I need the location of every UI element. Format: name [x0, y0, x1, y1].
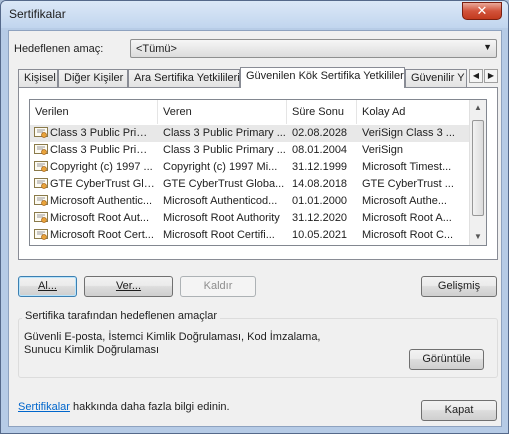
scroll-down-icon[interactable]: ▼ [470, 229, 486, 245]
table-cell: 31.12.1999 [292, 161, 348, 173]
table-cell: 10.05.2021 [292, 229, 348, 241]
window-title: Sertifikalar [9, 7, 66, 21]
tab-trusted-root-cas[interactable]: Güvenilen Kök Sertifika Yetkilileri [240, 67, 405, 88]
column-issued-by[interactable]: Veren [158, 100, 287, 124]
table-row[interactable]: Microsoft Root Aut... Microsoft Root Auth… [30, 210, 470, 227]
table-row[interactable]: GTE CyberTrust Glo... GTE CyberTrust Glob… [30, 176, 470, 193]
table-cell: Microsoft Root Certifi... [163, 229, 275, 241]
purpose-combobox[interactable]: <Tümü> ▼ [130, 39, 497, 58]
table-cell: VeriSign [362, 144, 403, 156]
chevron-down-icon: ▼ [483, 42, 492, 52]
table-cell: GTE CyberTrust Globa... [163, 178, 285, 190]
remove-label: Kaldır [203, 280, 233, 292]
table-cell: GTE CyberTrust ... [362, 178, 454, 190]
certificate-icon [34, 178, 48, 190]
certificate-icon [34, 212, 48, 224]
footer-suffix: hakkında daha fazla bilgi edinin. [69, 401, 230, 413]
advanced-label: Gelişmiş [437, 280, 481, 292]
close-button[interactable]: Kapat [421, 400, 497, 421]
purposes-group-title: Sertifika tarafından hedeflenen amaçlar [22, 310, 221, 322]
tab-scroll-right-icon[interactable]: ▶ [484, 69, 498, 83]
table-cell: Microsoft Root Cert... [50, 229, 154, 241]
tab-scroll-left-icon[interactable]: ◀ [469, 69, 483, 83]
tab-trusted-publishers[interactable]: Güvenilir Y [405, 69, 467, 87]
certificate-icon [34, 144, 48, 156]
table-row[interactable]: Copyright (c) 1997 ... Copyright (c) 1997… [30, 159, 470, 176]
certificates-dialog: Sertifikalar ✕ Hedeflenen amaç: <Tümü> ▼… [0, 0, 509, 434]
table-row[interactable]: Class 3 Public Prima... Class 3 Public Pr… [30, 142, 470, 159]
close-icon: ✕ [476, 3, 488, 18]
view-label: Görüntüle [422, 353, 471, 365]
table-cell: 02.08.2028 [292, 127, 348, 139]
certificates-help-link[interactable]: Sertifikalar [18, 401, 70, 413]
scroll-up-icon[interactable]: ▲ [470, 100, 486, 116]
table-cell: VeriSign Class 3 ... [362, 127, 455, 139]
table-cell: Copyright (c) 1997 Mi... [163, 161, 278, 173]
column-issued-to[interactable]: Verilen [30, 100, 158, 124]
column-friendly-name[interactable]: Kolay Ad [357, 100, 470, 124]
tab-intermediate-cas[interactable]: Ara Sertifika Yetkilileri [128, 69, 240, 87]
table-row[interactable]: Microsoft Root Cert... Microsoft Root Cer… [30, 227, 470, 244]
table-cell: Class 3 Public Prima... [50, 144, 156, 156]
certificate-icon [34, 229, 48, 241]
table-cell: Class 3 Public Primary ... [163, 127, 286, 139]
export-label: Ver... [115, 280, 142, 292]
table-cell: Microsoft Root C... [362, 229, 454, 241]
table-cell: Microsoft Root Aut... [50, 212, 150, 224]
import-button[interactable]: Al... [18, 276, 77, 297]
certificate-list[interactable]: Verilen Veren Süre Sonu Kolay Ad Class 3… [29, 99, 487, 246]
certificate-icon [34, 195, 48, 207]
table-cell: Microsoft Authenticod... [163, 195, 278, 207]
dialog-client-area: Hedeflenen amaç: <Tümü> ▼ Kişisel Diğer … [8, 30, 502, 427]
purpose-label: Hedeflenen amaç: [14, 43, 104, 55]
title-bar[interactable]: Sertifikalar ✕ [1, 1, 508, 28]
table-cell: Microsoft Authe... [362, 195, 447, 207]
certificate-icon [34, 161, 48, 173]
tab-panel: Verilen Veren Süre Sonu Kolay Ad Class 3… [18, 87, 498, 260]
purposes-text: Güvenli E-posta, İstemci Kimlik Doğrulam… [24, 331, 321, 356]
table-cell: Microsoft Root Authority [163, 212, 280, 224]
close-label: Kapat [444, 404, 474, 416]
list-rows: Class 3 Public Prima... Class 3 Public Pr… [30, 125, 470, 244]
table-cell: GTE CyberTrust Glo... [50, 178, 156, 190]
tab-strip: Kişisel Diğer Kişiler Ara Sertifika Yetk… [18, 67, 498, 88]
export-button[interactable]: Ver... [84, 276, 173, 297]
table-cell: 14.08.2018 [292, 178, 348, 190]
purpose-value: <Tümü> [136, 43, 177, 55]
list-header: Verilen Veren Süre Sonu Kolay Ad [30, 100, 470, 124]
view-button[interactable]: Görüntüle [409, 349, 484, 370]
remove-button[interactable]: Kaldır [180, 276, 256, 297]
table-cell: 08.01.2004 [292, 144, 348, 156]
certificate-icon [34, 127, 48, 139]
footer-text: Sertifikalar hakkında daha fazla bilgi e… [18, 401, 230, 413]
tab-personal[interactable]: Kişisel [18, 69, 58, 87]
list-scrollbar[interactable]: ▲ ▼ [469, 100, 486, 245]
table-cell: 01.01.2000 [292, 195, 348, 207]
column-expiration[interactable]: Süre Sonu [287, 100, 357, 124]
table-cell: Class 3 Public Prima... [50, 127, 156, 139]
import-label: Al... [38, 280, 57, 292]
table-cell: Copyright (c) 1997 ... [50, 161, 153, 173]
table-cell: Class 3 Public Primary ... [163, 144, 286, 156]
table-cell: 31.12.2020 [292, 212, 348, 224]
close-window-button[interactable]: ✕ [462, 2, 502, 20]
table-cell: Microsoft Authentic... [50, 195, 153, 207]
tab-other-people[interactable]: Diğer Kişiler [58, 69, 128, 87]
table-cell: Microsoft Root A... [362, 212, 452, 224]
table-row[interactable]: Class 3 Public Prima... Class 3 Public Pr… [30, 125, 470, 142]
table-cell: Microsoft Timest... [362, 161, 452, 173]
table-row[interactable]: Microsoft Authentic... Microsoft Authenti… [30, 193, 470, 210]
scroll-thumb[interactable] [472, 120, 484, 216]
advanced-button[interactable]: Gelişmiş [421, 276, 497, 297]
